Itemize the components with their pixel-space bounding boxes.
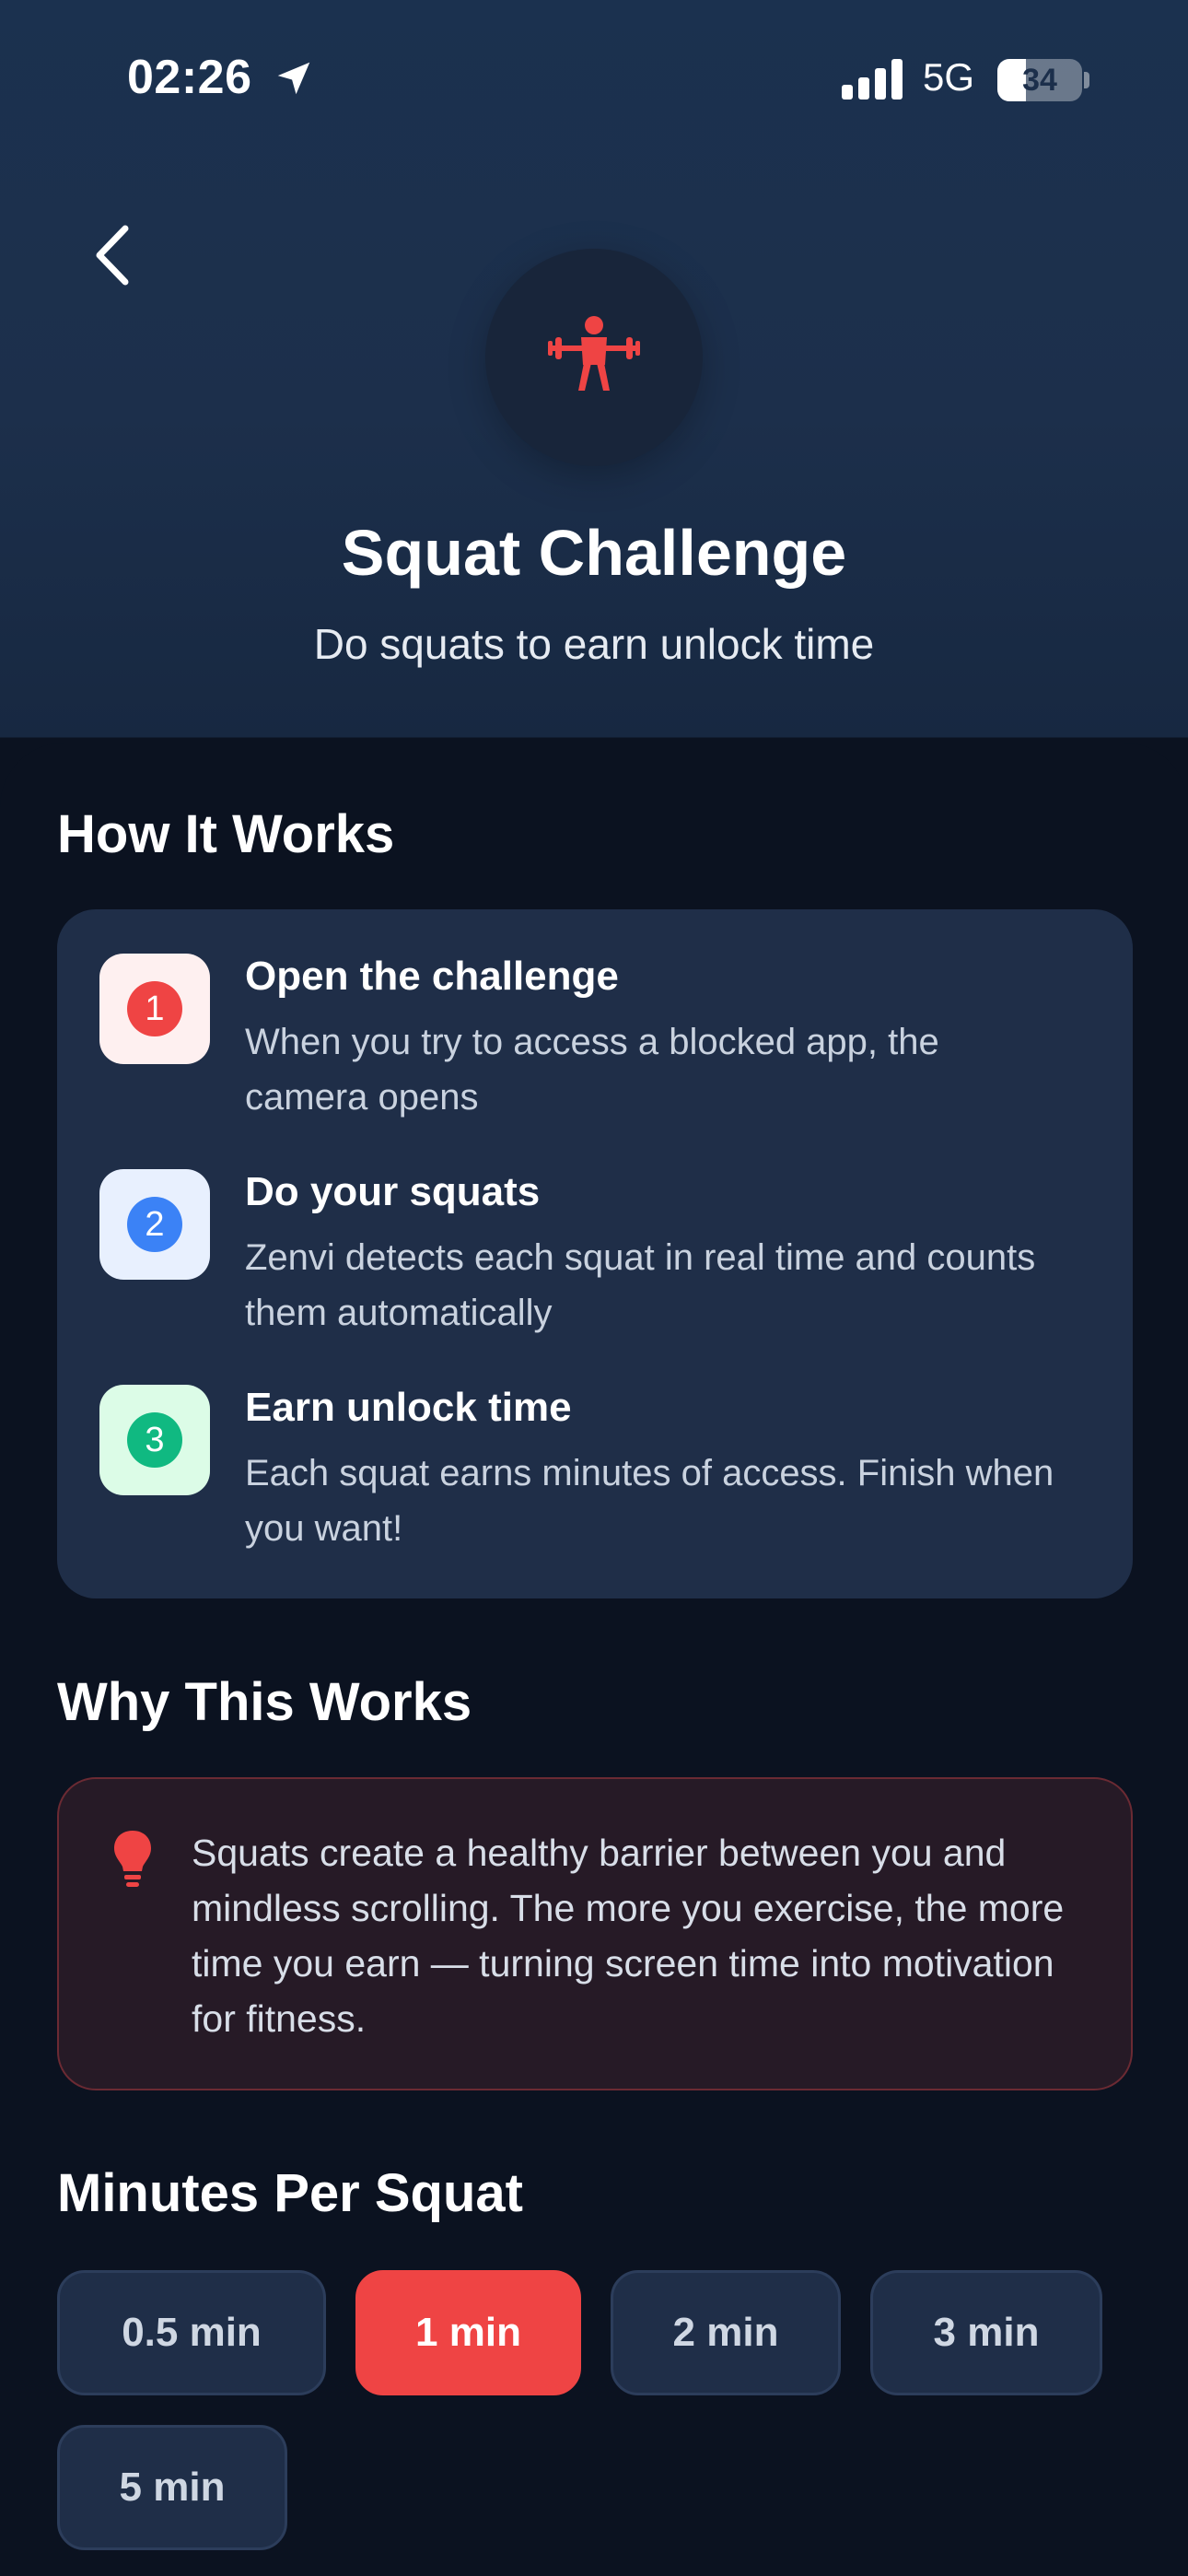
step-1-badge: 1	[99, 954, 210, 1064]
cellular-signal-icon	[842, 59, 903, 100]
step-2-number: 2	[127, 1197, 182, 1252]
step-1-number: 1	[127, 981, 182, 1036]
step-3-number: 3	[127, 1412, 182, 1468]
status-time: 02:26	[127, 51, 252, 104]
option-3-min[interactable]: 3 min	[870, 2270, 1102, 2395]
why-this-works-heading: Why This Works	[57, 1672, 472, 1732]
hero-icon-circle	[485, 249, 703, 466]
why-this-works-text: Squats create a healthy barrier between …	[192, 1832, 1065, 2040]
option-2-min[interactable]: 2 min	[611, 2270, 841, 2395]
page-title: Squat Challenge	[341, 517, 847, 589]
how-it-works-heading: How It Works	[57, 804, 395, 864]
option-5-min[interactable]: 5 min	[57, 2425, 287, 2550]
minutes-per-squat-heading: Minutes Per Squat	[57, 2163, 523, 2223]
step-3-description: Each squat earns minutes of access. Fini…	[245, 1453, 1054, 1549]
steps-card: 1 Open the challenge When you try to acc…	[57, 909, 1133, 1598]
step-1: 1 Open the challenge When you try to acc…	[99, 954, 1094, 1129]
screen: 02:26 5G 34 Squat Challenge Do squats to…	[0, 0, 1188, 2576]
weightlifter-icon	[548, 316, 640, 391]
step-2-badge: 2	[99, 1169, 210, 1280]
step-3: 3 Earn unlock time Each squat earns minu…	[99, 1385, 1094, 1560]
lightbulb-icon	[114, 1831, 151, 1887]
step-3-badge: 3	[99, 1385, 210, 1495]
back-chevron-icon[interactable]	[83, 214, 147, 297]
status-bar: 02:26 5G 34	[0, 0, 1188, 157]
step-3-title: Earn unlock time	[245, 1385, 572, 1430]
option-0-5-min[interactable]: 0.5 min	[57, 2270, 326, 2395]
battery-level: 34	[1022, 63, 1057, 98]
network-label: 5G	[923, 55, 975, 99]
step-1-description: When you try to access a blocked app, th…	[245, 1022, 939, 1118]
step-2: 2 Do your squats Zenvi detects each squa…	[99, 1169, 1094, 1344]
battery-icon: 34	[997, 59, 1082, 101]
step-2-description: Zenvi detects each squat in real time an…	[245, 1237, 1036, 1333]
step-2-title: Do your squats	[245, 1169, 541, 1214]
page-subtitle: Do squats to earn unlock time	[313, 620, 875, 668]
step-1-title: Open the challenge	[245, 954, 619, 999]
battery-nub	[1084, 72, 1089, 88]
location-arrow-icon	[277, 62, 310, 95]
why-this-works-card: Squats create a healthy barrier between …	[57, 1777, 1133, 2090]
option-1-min[interactable]: 1 min	[355, 2270, 581, 2395]
